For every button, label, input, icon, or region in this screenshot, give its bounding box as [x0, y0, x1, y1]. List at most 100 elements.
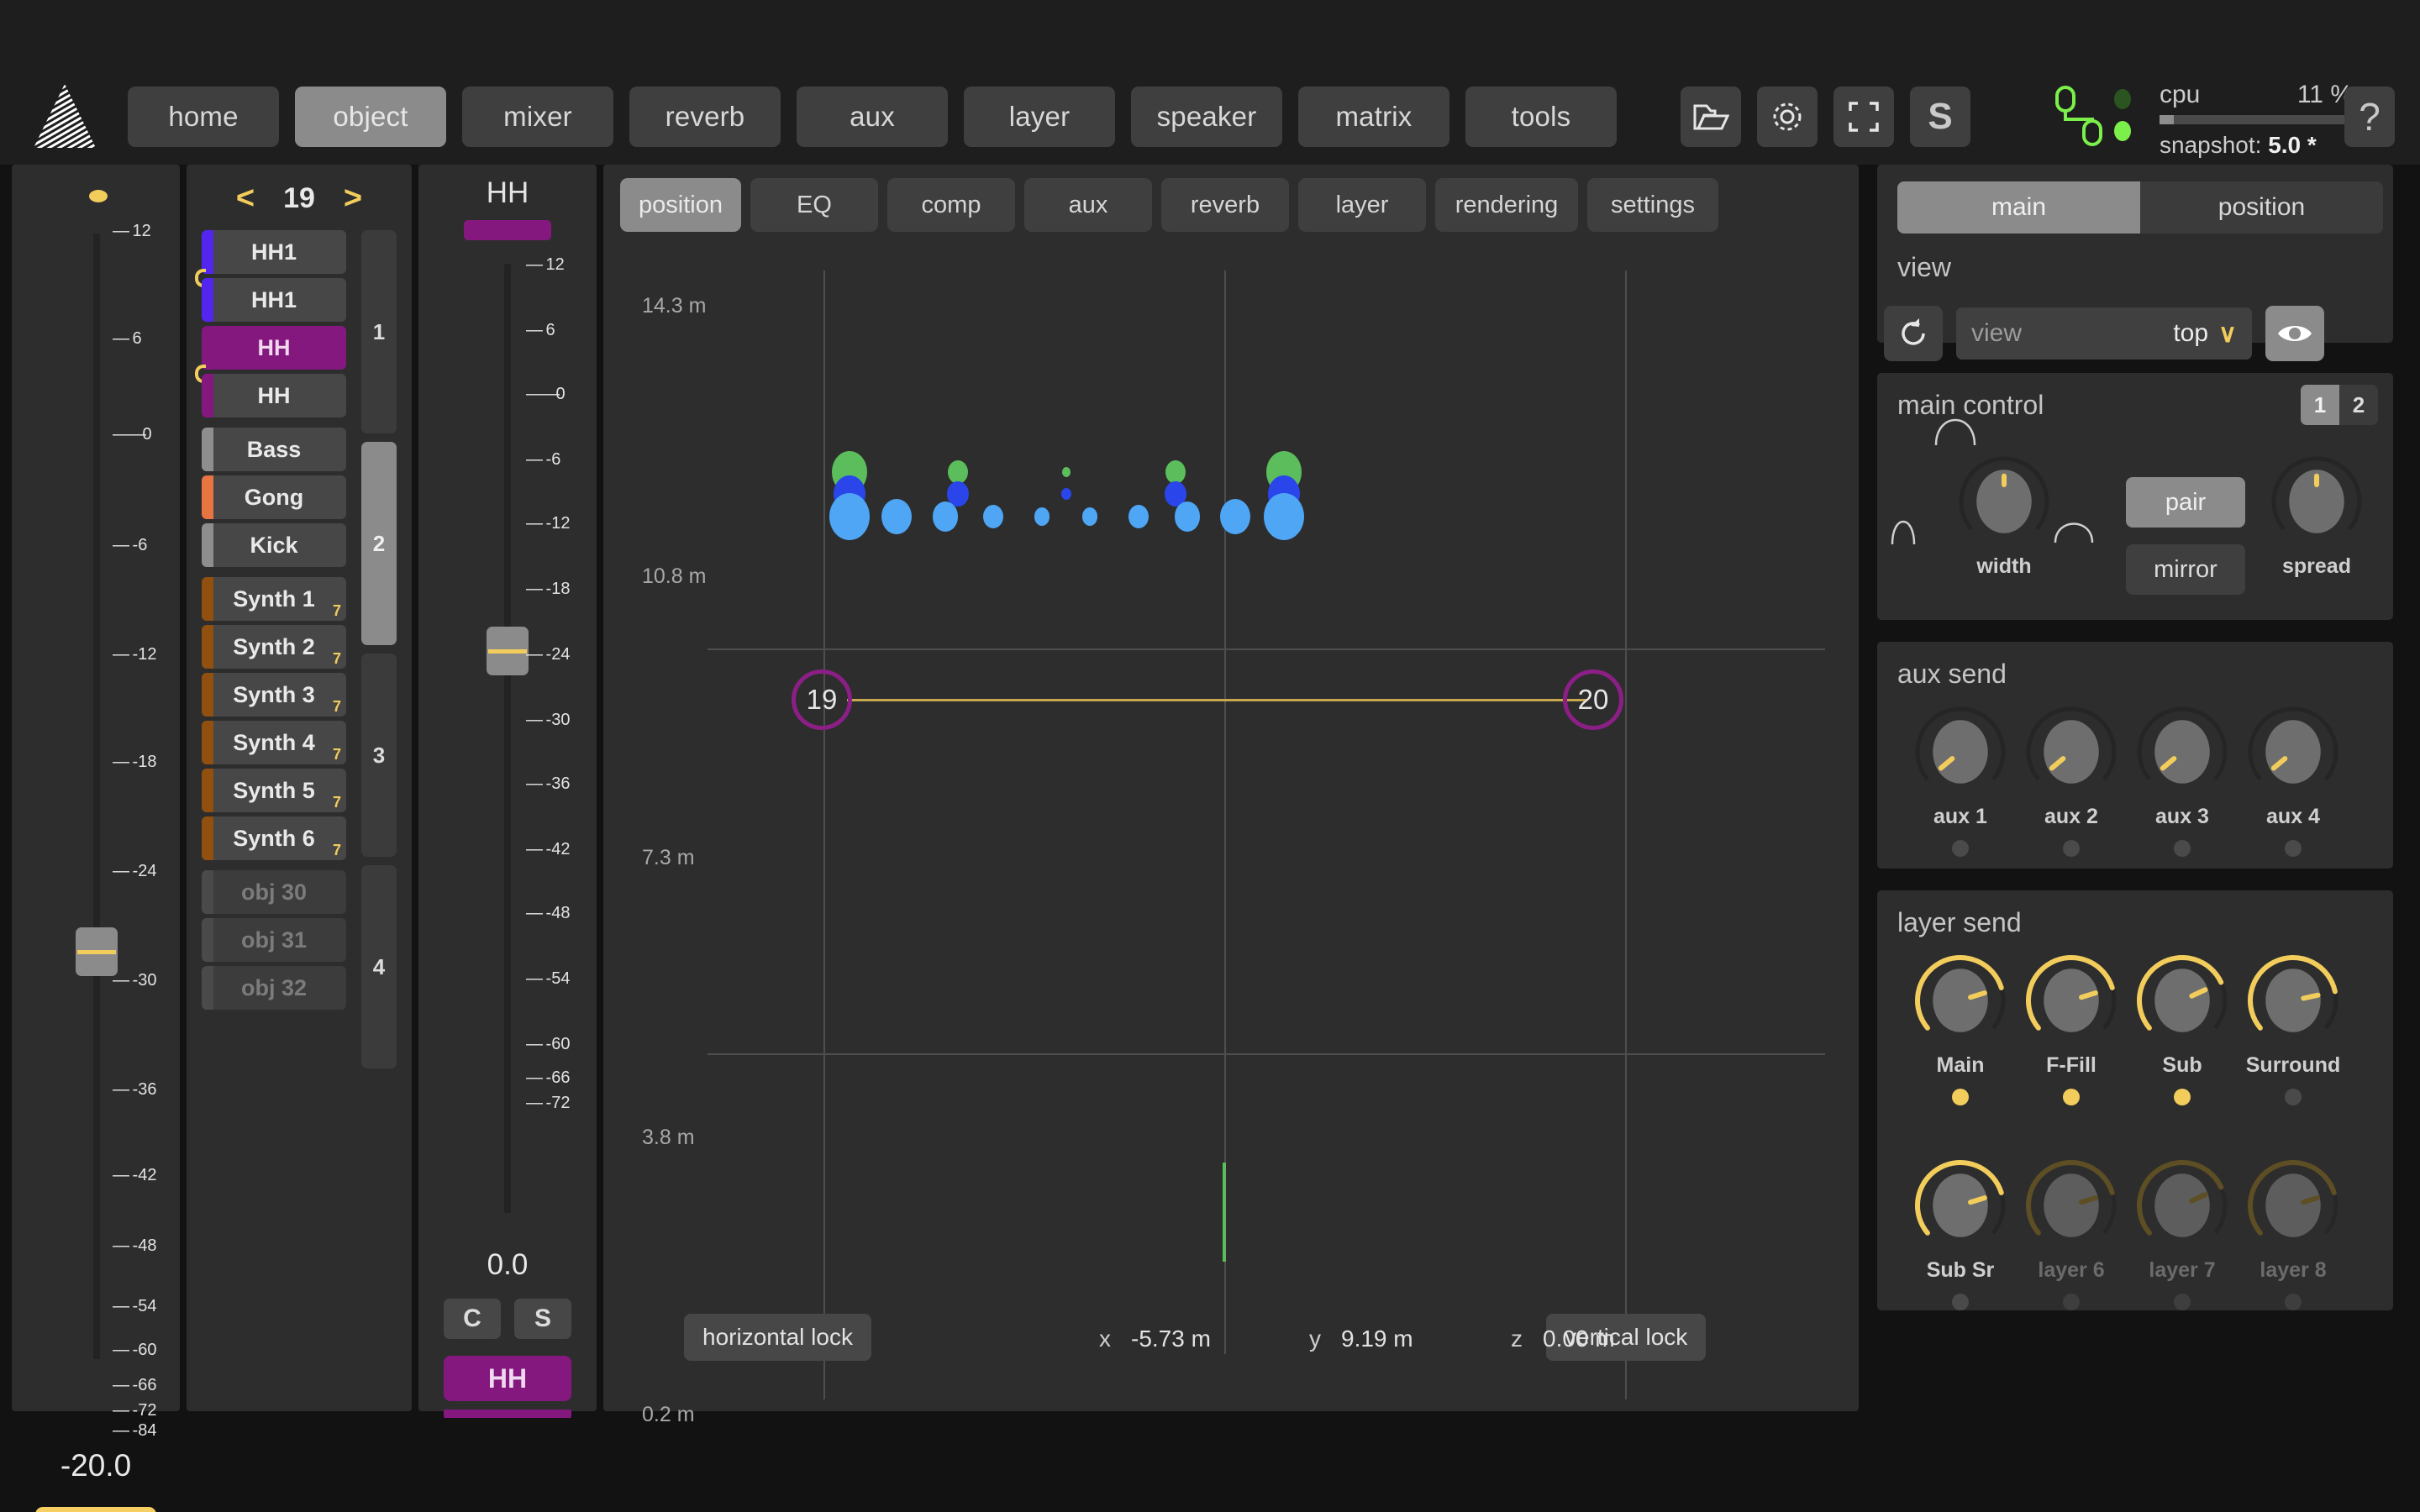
aux-led-1[interactable] — [1952, 840, 1969, 857]
object-item-1[interactable]: HH1 — [202, 278, 346, 322]
layer-knob-6[interactable] — [2025, 1159, 2118, 1252]
object-item-11[interactable]: Synth 5 7 — [202, 769, 346, 812]
list-item[interactable]: obj 31 — [202, 918, 346, 962]
list-item[interactable]: Synth 1 7 — [202, 577, 346, 621]
object-marker-20[interactable]: 20 — [1563, 669, 1623, 730]
object-item-0[interactable]: HH1 — [202, 230, 346, 274]
main-control-number-1[interactable]: 1 — [2301, 385, 2339, 425]
list-item[interactable]: Synth 4 7 — [202, 721, 346, 764]
channel-s-button[interactable]: S — [514, 1299, 571, 1339]
next-object-button[interactable]: > — [344, 181, 362, 217]
master-fader-track[interactable] — [93, 234, 100, 1359]
list-item[interactable]: HH1 — [202, 278, 346, 322]
position-plot[interactable]: 14.3 m 10.8 m 7.3 m 3.8 m 0.2 m 19 20 ho… — [603, 245, 1859, 1426]
position-blob-green-layer-2[interactable] — [1062, 467, 1071, 477]
object-item-3[interactable]: HH — [202, 374, 346, 417]
sub-tab-rendering[interactable]: rendering — [1435, 178, 1578, 232]
segment-main[interactable]: main — [1897, 181, 2140, 234]
sub-tab-reverb[interactable]: reverb — [1161, 178, 1289, 232]
channel-fader-track[interactable] — [504, 264, 511, 1213]
object-item-12[interactable]: Synth 6 7 — [202, 816, 346, 860]
aux-knob-1[interactable] — [1914, 706, 2007, 798]
list-item[interactable]: HH — [202, 374, 346, 417]
settings-button[interactable] — [1757, 87, 1818, 147]
sub-tab-settings[interactable]: settings — [1587, 178, 1718, 232]
list-item[interactable]: Synth 5 7 — [202, 769, 346, 812]
master-fader-handle[interactable] — [76, 927, 118, 976]
list-item[interactable]: obj 32 — [202, 966, 346, 1010]
position-blob-lightblue-layer-9[interactable] — [1264, 492, 1304, 541]
object-item-5[interactable]: Gong — [202, 475, 346, 519]
aux-led-4[interactable] — [2285, 840, 2302, 857]
layer-knob-5[interactable] — [1914, 1159, 2007, 1252]
channel-c-button[interactable]: C — [444, 1299, 501, 1339]
position-blob-lightblue-layer-6[interactable] — [1128, 504, 1149, 529]
position-blob-lightblue-layer-3[interactable] — [983, 504, 1003, 529]
layer-led-1[interactable] — [1952, 1089, 1969, 1105]
layer-led-6[interactable] — [2063, 1294, 2080, 1310]
object-item-10[interactable]: Synth 4 7 — [202, 721, 346, 764]
sub-tab-layer[interactable]: layer — [1298, 178, 1426, 232]
position-blob-lightblue-layer-4[interactable] — [1034, 507, 1050, 526]
aux-knob-4[interactable] — [2247, 706, 2339, 798]
help-button[interactable]: ? — [2344, 87, 2395, 147]
sub-tab-aux[interactable]: aux — [1024, 178, 1152, 232]
position-blob-green-layer-3[interactable] — [1165, 459, 1186, 485]
layer-knob-8[interactable] — [2247, 1159, 2339, 1252]
list-item[interactable]: Synth 3 7 — [202, 673, 346, 717]
mirror-button[interactable]: mirror — [2126, 544, 2245, 595]
layer-knob-1[interactable] — [1914, 954, 2007, 1047]
aux-led-3[interactable] — [2174, 840, 2191, 857]
prev-object-button[interactable]: < — [236, 181, 255, 217]
object-page-button-4[interactable]: 4 — [361, 865, 397, 1068]
list-item[interactable]: Kick — [202, 523, 346, 567]
object-item-9[interactable]: Synth 3 7 — [202, 673, 346, 717]
position-blob-blue-layer-2[interactable] — [1061, 487, 1071, 501]
nav-tab-aux[interactable]: aux — [797, 87, 948, 147]
list-item[interactable]: HH — [195, 326, 346, 383]
object-item-15[interactable]: obj 32 — [202, 966, 346, 1010]
list-item[interactable]: HH1 — [195, 230, 346, 287]
layer-led-3[interactable] — [2174, 1089, 2191, 1105]
network-status[interactable] — [2050, 82, 2143, 153]
nav-tab-reverb[interactable]: reverb — [629, 87, 781, 147]
object-page-button-3[interactable]: 3 — [361, 654, 397, 857]
layer-knob-3[interactable] — [2136, 954, 2228, 1047]
master-button[interactable]: master — [35, 1507, 156, 1512]
folder-open-button[interactable] — [1681, 87, 1741, 147]
sub-tab-eq[interactable]: EQ — [750, 178, 878, 232]
pair-button[interactable]: pair — [2126, 477, 2245, 528]
object-page-button-1[interactable]: 1 — [361, 230, 397, 433]
sub-tab-comp[interactable]: comp — [887, 178, 1015, 232]
channel-fader-handle[interactable] — [487, 627, 529, 675]
segment-position[interactable]: position — [2140, 181, 2383, 234]
list-item[interactable]: Synth 2 7 — [202, 625, 346, 669]
position-blob-lightblue-layer-0[interactable] — [829, 492, 870, 541]
list-item[interactable]: Synth 6 7 — [202, 816, 346, 860]
object-item-2[interactable]: HH — [202, 326, 346, 370]
aux-knob-2[interactable] — [2025, 706, 2118, 798]
list-item[interactable]: Gong — [202, 475, 346, 519]
position-blob-lightblue-layer-8[interactable] — [1220, 498, 1250, 535]
object-item-4[interactable]: Bass — [202, 428, 346, 471]
object-page-button-2[interactable]: 2 — [361, 442, 397, 645]
object-item-8[interactable]: Synth 2 7 — [202, 625, 346, 669]
view-visibility-button[interactable] — [2265, 306, 2324, 361]
nav-tab-layer[interactable]: layer — [964, 87, 1115, 147]
position-blob-green-layer-1[interactable] — [948, 459, 968, 485]
layer-led-4[interactable] — [2285, 1089, 2302, 1105]
fullscreen-button[interactable] — [1833, 87, 1894, 147]
layer-led-5[interactable] — [1952, 1294, 1969, 1310]
position-blob-lightblue-layer-7[interactable] — [1175, 501, 1200, 532]
list-item[interactable]: Bass — [202, 428, 346, 471]
nav-tab-speaker[interactable]: speaker — [1131, 87, 1282, 147]
layer-knob-4[interactable] — [2247, 954, 2339, 1047]
nav-tab-mixer[interactable]: mixer — [462, 87, 613, 147]
horizontal-lock-button[interactable]: horizontal lock — [684, 1314, 871, 1361]
position-blob-lightblue-layer-2[interactable] — [933, 501, 958, 532]
aux-led-2[interactable] — [2063, 840, 2080, 857]
object-item-14[interactable]: obj 31 — [202, 918, 346, 962]
object-item-13[interactable]: obj 30 — [202, 870, 346, 914]
aux-knob-3[interactable] — [2136, 706, 2228, 798]
layer-led-7[interactable] — [2174, 1294, 2191, 1310]
